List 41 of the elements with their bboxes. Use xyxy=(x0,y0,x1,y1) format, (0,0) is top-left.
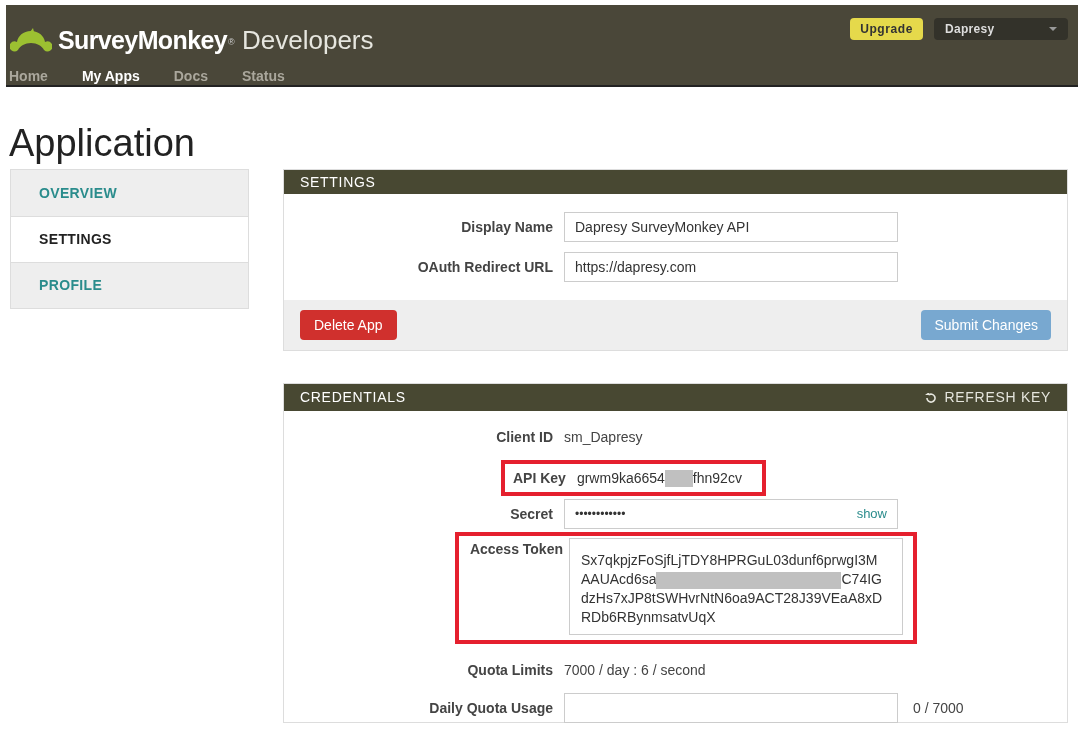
field-label: Daily Quota Usage xyxy=(428,698,554,718)
token-text: AAUAcd6sa C74IG xyxy=(581,570,883,589)
token-field[interactable]: Sx7qkpjzFoSjfLjTDY8HPRGuL03dunf6prwgI3M AAUAcd6sa C74IG dzHs7xJP8tSWHvrNtN6oa9ACT28J39VEaA8xD RDb6RBynmsatvUqX xyxy=(569,538,903,635)
field-label: Quota Limits xyxy=(466,661,554,680)
input-field[interactable]: https://dapresy.com xyxy=(564,252,898,282)
input-field[interactable] xyxy=(564,693,898,723)
token-text: RDb6RBynmsatvUqX xyxy=(581,608,717,627)
usage-reading: 0 / 7000 xyxy=(913,698,964,718)
brand-name: SurveyMonkey$^{®}$ xyxy=(58,25,234,56)
field-value: sm_Dapresy xyxy=(564,427,643,447)
field-label: OAuth Redirect URL xyxy=(416,257,554,277)
field-label: Display Name xyxy=(460,217,554,237)
panel-title: SETTINGS xyxy=(300,172,376,192)
token-text: Sx7qkpjzFoSjfLjTDY8HPRGuL03dunf6prwgI3M xyxy=(581,551,879,570)
nav-link[interactable]: Status xyxy=(241,66,285,87)
nav-link[interactable]: Home xyxy=(9,66,48,87)
secret-field[interactable]: •••••••••••• show xyxy=(564,499,898,529)
caret-icon xyxy=(1049,27,1057,31)
input-field[interactable]: Dapresy SurveyMonkey API xyxy=(564,212,898,242)
product-name: Developers xyxy=(242,24,374,57)
field-value: 7000 / day : 6 / second xyxy=(564,661,706,680)
token-text: grwm9ka6654 fhn92cv xyxy=(576,468,742,489)
field-label: Secret xyxy=(509,504,554,524)
delete-button[interactable]: Delete App xyxy=(300,310,397,340)
field-label: Client ID xyxy=(495,427,554,447)
page-title: Application xyxy=(9,121,196,165)
nav-link[interactable]: My Apps xyxy=(81,66,140,87)
account-name: Dapresy xyxy=(945,21,995,38)
account-dropdown[interactable]: Dapresy xyxy=(934,18,1068,40)
field-label: Access Token xyxy=(468,540,564,559)
refresh-key-button[interactable]: REFRESH KEY xyxy=(924,387,1051,408)
field-label: API Key xyxy=(513,468,567,488)
nav-link[interactable]: Docs xyxy=(173,66,208,87)
panel-title: CREDENTIALS xyxy=(300,388,406,407)
refresh-icon xyxy=(924,392,937,403)
masked-secret: •••••••••••• xyxy=(575,506,626,523)
upgrade-button[interactable]: Upgrade xyxy=(850,18,923,40)
show-link[interactable]: show xyxy=(856,504,887,524)
redaction-bar xyxy=(664,470,693,488)
monkey-logo-icon xyxy=(10,27,52,54)
token-text: dzHs7xJP8tSWHvrNtN6oa9ACT28J39VEaA8xD xyxy=(581,589,884,608)
